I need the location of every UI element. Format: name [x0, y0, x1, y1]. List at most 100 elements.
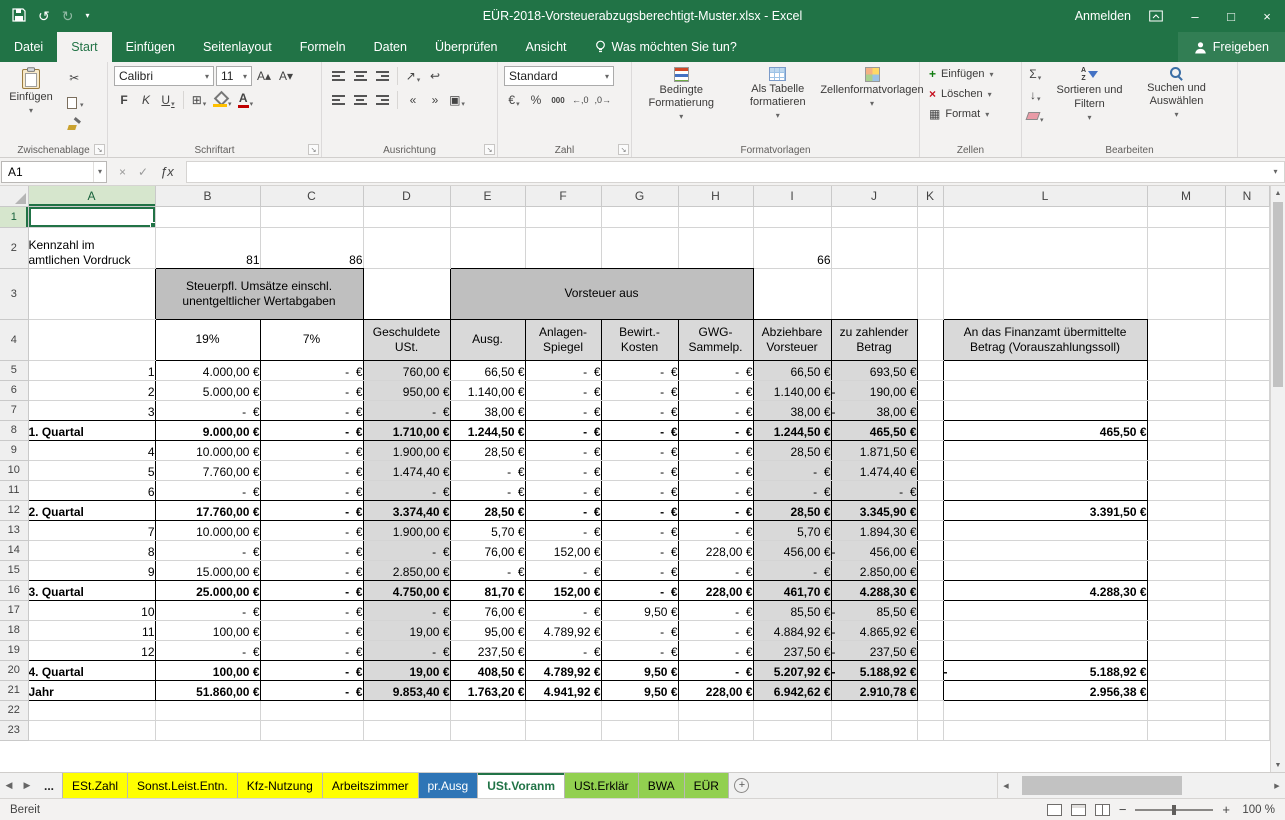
- cell-F9[interactable]: - €: [525, 440, 601, 460]
- scroll-up-button[interactable]: ▲: [1271, 186, 1285, 200]
- formula-input[interactable]: [186, 161, 1267, 183]
- cell-B16[interactable]: 25.000,00 €: [155, 580, 260, 600]
- autosum-button[interactable]: Σ▾: [1025, 64, 1046, 84]
- cell-F16[interactable]: 152,00 €: [525, 580, 601, 600]
- cell-K1[interactable]: [917, 206, 943, 227]
- page-break-view-button[interactable]: [1095, 804, 1110, 816]
- cell-F14[interactable]: 152,00 €: [525, 540, 601, 560]
- cell-H8[interactable]: - €: [678, 420, 753, 440]
- comma-style-button[interactable]: 000: [548, 90, 568, 110]
- cell-M7[interactable]: [1147, 400, 1225, 420]
- cell-C23[interactable]: [260, 720, 363, 740]
- cell-C13[interactable]: - €: [260, 520, 363, 540]
- cell-H2[interactable]: [678, 227, 753, 268]
- cell-D17[interactable]: - €: [363, 600, 450, 620]
- select-all-corner[interactable]: [0, 186, 28, 206]
- cell-L22[interactable]: [943, 700, 1147, 720]
- ribbon-display-options-button[interactable]: [1149, 10, 1163, 22]
- cell-M6[interactable]: [1147, 380, 1225, 400]
- row-header-5[interactable]: 5: [0, 360, 28, 380]
- undo-button[interactable]: ↺: [38, 9, 50, 23]
- cell-H23[interactable]: [678, 720, 753, 740]
- cell-B3[interactable]: Steuerpfl. Umsätze einschl. unentgeltlic…: [155, 268, 363, 319]
- cell-G10[interactable]: - €: [601, 460, 678, 480]
- zoom-out-button[interactable]: −: [1119, 802, 1127, 817]
- cell-K19[interactable]: [917, 640, 943, 660]
- cell-E10[interactable]: - €: [450, 460, 525, 480]
- cell-G21[interactable]: 9,50 €: [601, 680, 678, 700]
- cell-D21[interactable]: 9.853,40 €: [363, 680, 450, 700]
- cell-N15[interactable]: [1225, 560, 1269, 580]
- cell-I22[interactable]: [753, 700, 831, 720]
- cell-N2[interactable]: [1225, 227, 1269, 268]
- increase-decimal-button[interactable]: ←,0: [570, 90, 591, 110]
- cell-N19[interactable]: [1225, 640, 1269, 660]
- name-box-dropdown[interactable]: ▾: [93, 162, 106, 182]
- sheet-tab-ESt.Zahl[interactable]: ESt.Zahl: [63, 773, 128, 798]
- cell-A3[interactable]: [28, 268, 155, 319]
- bold-button[interactable]: F: [114, 90, 134, 110]
- cell-D20[interactable]: 19,00 €: [363, 660, 450, 680]
- cell-C12[interactable]: - €: [260, 500, 363, 520]
- clipboard-dialog-launcher[interactable]: ↘: [94, 144, 105, 155]
- cell-J22[interactable]: [831, 700, 917, 720]
- cell-L23[interactable]: [943, 720, 1147, 740]
- cell-K9[interactable]: [917, 440, 943, 460]
- row-header-7[interactable]: 7: [0, 400, 28, 420]
- cell-C20[interactable]: - €: [260, 660, 363, 680]
- cell-H12[interactable]: - €: [678, 500, 753, 520]
- column-header-F[interactable]: F: [525, 186, 601, 206]
- cell-C17[interactable]: - €: [260, 600, 363, 620]
- cell-C2[interactable]: 86: [260, 227, 363, 268]
- ribbon-tab-überprüfen[interactable]: Überprüfen: [421, 32, 512, 62]
- sheet-tab-EÜR[interactable]: EÜR: [685, 773, 729, 798]
- cell-N1[interactable]: [1225, 206, 1269, 227]
- cell-L11[interactable]: [943, 480, 1147, 500]
- insert-cells-button[interactable]: +Einfügen▾: [923, 64, 1018, 84]
- cell-A5[interactable]: 1: [28, 360, 155, 380]
- formula-enter-button[interactable]: ✓: [138, 165, 148, 179]
- cell-M14[interactable]: [1147, 540, 1225, 560]
- align-bottom-button[interactable]: [372, 66, 392, 86]
- cell-K3[interactable]: [917, 268, 943, 319]
- cell-G14[interactable]: - €: [601, 540, 678, 560]
- cell-C8[interactable]: - €: [260, 420, 363, 440]
- cell-C15[interactable]: - €: [260, 560, 363, 580]
- cell-F10[interactable]: - €: [525, 460, 601, 480]
- cell-D9[interactable]: 1.900,00 €: [363, 440, 450, 460]
- cell-E23[interactable]: [450, 720, 525, 740]
- row-header-2[interactable]: 2: [0, 227, 28, 268]
- cell-G16[interactable]: - €: [601, 580, 678, 600]
- borders-button[interactable]: ⊞▾: [189, 90, 209, 110]
- align-right-button[interactable]: [372, 90, 392, 110]
- cell-N11[interactable]: [1225, 480, 1269, 500]
- cell-M19[interactable]: [1147, 640, 1225, 660]
- name-box[interactable]: A1 ▾: [1, 161, 107, 183]
- cell-K16[interactable]: [917, 580, 943, 600]
- orientation-button[interactable]: ↗▾: [403, 66, 423, 86]
- ribbon-tab-formeln[interactable]: Formeln: [286, 32, 360, 62]
- sheet-nav-next-button[interactable]: ▶: [18, 773, 36, 798]
- copy-button[interactable]: ▾: [63, 91, 86, 111]
- formula-bar-expand-button[interactable]: ▾: [1267, 161, 1285, 183]
- cell-I12[interactable]: 28,50 €: [753, 500, 831, 520]
- cell-L5[interactable]: [943, 360, 1147, 380]
- cell-C7[interactable]: - €: [260, 400, 363, 420]
- row-header-1[interactable]: 1: [0, 206, 28, 227]
- cell-K12[interactable]: [917, 500, 943, 520]
- cell-N6[interactable]: [1225, 380, 1269, 400]
- cell-H13[interactable]: - €: [678, 520, 753, 540]
- decrease-font-button[interactable]: A▾: [276, 66, 296, 86]
- cell-E5[interactable]: 66,50 €: [450, 360, 525, 380]
- cell-G8[interactable]: - €: [601, 420, 678, 440]
- cell-L18[interactable]: [943, 620, 1147, 640]
- cell-A22[interactable]: [28, 700, 155, 720]
- cell-H7[interactable]: - €: [678, 400, 753, 420]
- cell-A11[interactable]: 6: [28, 480, 155, 500]
- cell-J10[interactable]: 1.474,40 €: [831, 460, 917, 480]
- cell-H22[interactable]: [678, 700, 753, 720]
- cell-J15[interactable]: 2.850,00 €: [831, 560, 917, 580]
- cell-E7[interactable]: 38,00 €: [450, 400, 525, 420]
- cell-J23[interactable]: [831, 720, 917, 740]
- insert-function-button[interactable]: ƒx: [160, 164, 174, 179]
